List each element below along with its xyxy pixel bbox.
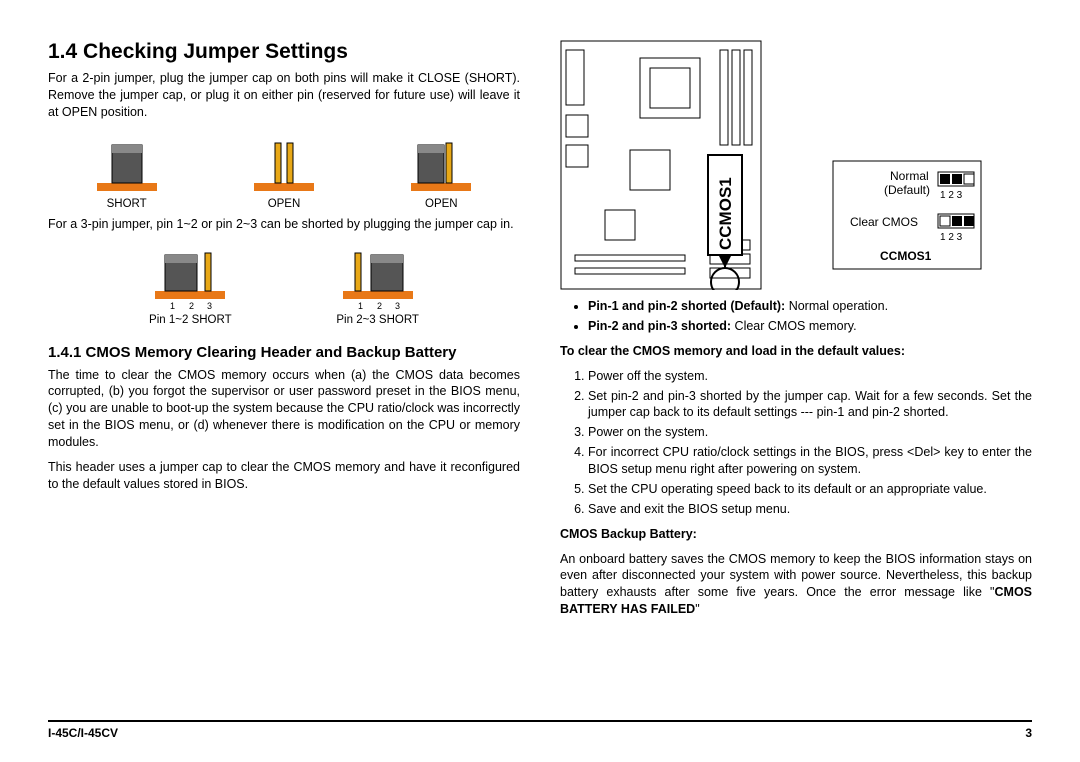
bullet-text: Clear CMOS memory.	[731, 319, 856, 333]
jumper-label: OPEN	[249, 198, 319, 210]
svg-text:CCMOS1: CCMOS1	[716, 177, 735, 250]
svg-text:1 2 3: 1 2 3	[940, 232, 963, 243]
bullet-bold: Pin-2 and pin-3 shorted:	[588, 319, 731, 333]
svg-text:2: 2	[377, 301, 382, 311]
svg-text:1: 1	[358, 301, 363, 311]
backup-paragraph: An onboard battery saves the CMOS memory…	[560, 551, 1032, 619]
jumper-label: Pin 2~3 SHORT	[333, 314, 423, 326]
jumper-label: Pin 1~2 SHORT	[145, 314, 235, 326]
procedure-title: To clear the CMOS memory and load in the…	[560, 343, 1032, 360]
procedure-steps: Power off the system. Set pin-2 and pin-…	[560, 368, 1032, 518]
svg-text:1 2 3: 1 2 3	[940, 190, 963, 201]
section-heading: 1.4 Checking Jumper Settings	[48, 40, 520, 64]
jumper-pin23-icon: 1 2 3	[333, 247, 423, 311]
svg-text:Clear CMOS: Clear CMOS	[850, 215, 918, 229]
footer-model: I-45C/I-45CV	[48, 726, 118, 740]
svg-text:3: 3	[395, 301, 400, 311]
svg-text:(Default): (Default)	[884, 183, 930, 197]
backup-title: CMOS Backup Battery:	[560, 526, 1032, 543]
motherboard-diagram: CCMOS1	[560, 40, 820, 290]
pin-description-list: Pin-1 and pin-2 shorted (Default): Norma…	[560, 298, 1032, 335]
intro-2pin: For a 2-pin jumper, plug the jumper cap …	[48, 70, 520, 121]
footer-page-number: 3	[1025, 726, 1032, 740]
cmos-para2: This header uses a jumper cap to clear t…	[48, 459, 520, 493]
ccmos-legend: Normal (Default) 1 2 3 Clear CMOS 1 2 3 …	[832, 160, 982, 270]
list-item: Power on the system.	[588, 424, 1032, 441]
jumper-2pin-row: SHORT OPEN OPEN	[48, 135, 520, 210]
jumper-pin12-icon: 1 2 3	[145, 247, 235, 311]
jumper-short-icon	[92, 135, 162, 195]
page-footer: I-45C/I-45CV 3	[48, 720, 1032, 740]
intro-3pin: For a 3-pin jumper, pin 1~2 or pin 2~3 c…	[48, 216, 520, 233]
jumper-label: SHORT	[92, 198, 162, 210]
svg-text:CCMOS1: CCMOS1	[880, 249, 932, 263]
jumper-label: OPEN	[406, 198, 476, 210]
subsection-heading: 1.4.1 CMOS Memory Clearing Header and Ba…	[48, 344, 520, 361]
svg-text:2: 2	[189, 301, 194, 311]
list-item: Set the CPU operating speed back to its …	[588, 481, 1032, 498]
bullet-text: Normal operation.	[785, 299, 888, 313]
cmos-para1: The time to clear the CMOS memory occurs…	[48, 367, 520, 451]
svg-text:3: 3	[207, 301, 212, 311]
svg-text:Normal: Normal	[890, 169, 929, 183]
svg-text:1: 1	[170, 301, 175, 311]
list-item: Save and exit the BIOS setup menu.	[588, 501, 1032, 518]
jumper-3pin-row: 1 2 3 Pin 1~2 SHORT 1 2 3 Pin 2~3 SHORT	[48, 247, 520, 326]
list-item: Set pin-2 and pin-3 shorted by the jumpe…	[588, 388, 1032, 422]
list-item: Power off the system.	[588, 368, 1032, 385]
list-item: For incorrect CPU ratio/clock settings i…	[588, 444, 1032, 478]
jumper-open2-icon	[406, 135, 476, 195]
bullet-bold: Pin-1 and pin-2 shorted (Default):	[588, 299, 785, 313]
jumper-open-icon	[249, 135, 319, 195]
